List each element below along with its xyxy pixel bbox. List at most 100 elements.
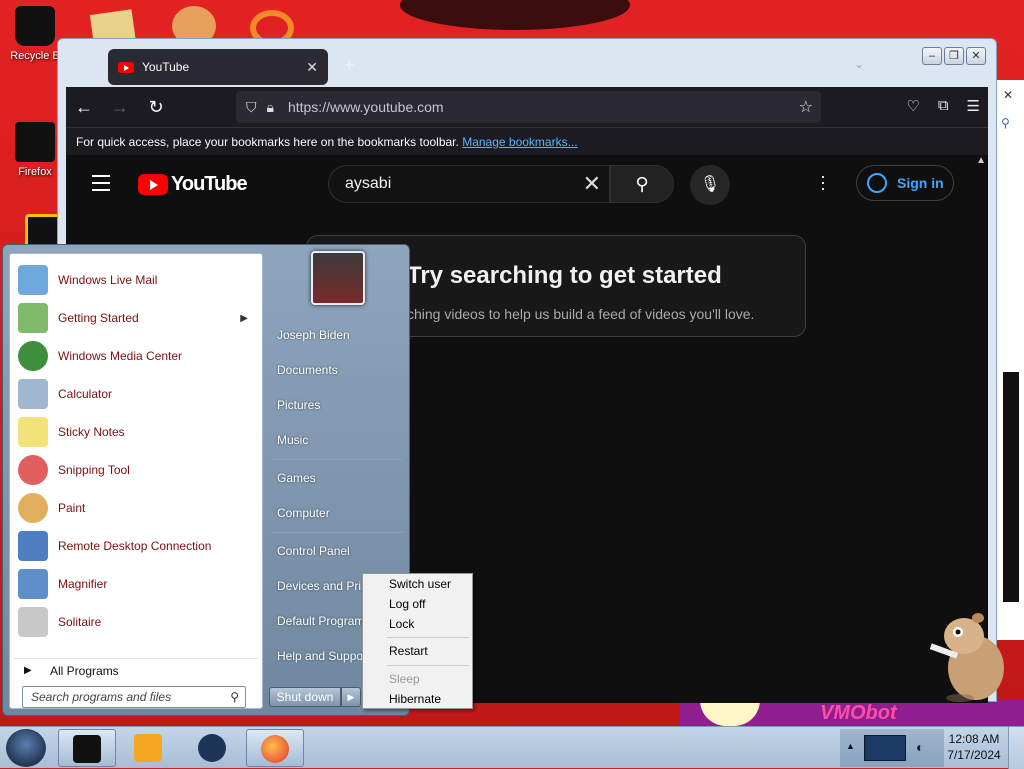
nav-toolbar: ← → ↻ ⛉ 🔒︎ https://www.youtube.com ☆ ♡ ⧉…: [66, 87, 988, 127]
reload-icon[interactable]: ↻: [138, 97, 174, 118]
program-remote-desktop[interactable]: Remote Desktop Connection: [14, 528, 258, 564]
start-right-user[interactable]: Joseph Biden: [273, 320, 403, 350]
taskbar-app-3[interactable]: [184, 729, 242, 767]
close-button[interactable]: ✕: [966, 47, 986, 65]
extensions-icon[interactable]: ⧉: [938, 97, 949, 115]
search-input[interactable]: aysabi ✕: [328, 165, 610, 203]
desktop-icon-label: Recycle B: [10, 50, 60, 62]
search-button[interactable]: ⚲: [610, 165, 674, 203]
manage-bookmarks-link[interactable]: Manage bookmarks...: [462, 135, 577, 149]
lock-icon[interactable]: 🔒︎: [267, 99, 274, 116]
search-icon[interactable]: ⚲: [230, 687, 239, 707]
bookmarks-toolbar: For quick access, place your bookmarks h…: [66, 127, 988, 155]
firefox-icon: [15, 122, 55, 162]
voice-search-icon[interactable]: 🎙︎: [690, 165, 730, 205]
clock[interactable]: 12:08 AM 7/17/2024: [944, 731, 1004, 763]
dark-panel: [1003, 372, 1019, 602]
menu-item-log-off[interactable]: Log off: [365, 594, 470, 614]
menu-item-lock[interactable]: Lock: [365, 614, 470, 634]
program-label: Windows Live Mail: [58, 273, 158, 287]
menu-icon[interactable]: ☰: [967, 97, 980, 115]
calculator-icon: [18, 379, 48, 409]
app-window-icon: [73, 735, 101, 763]
taskbar-firefox[interactable]: [246, 729, 304, 767]
start-right-music[interactable]: Music: [273, 425, 403, 455]
program-magnifier[interactable]: Magnifier: [14, 566, 258, 602]
media-player-icon: [134, 734, 162, 762]
firefox-icon: [261, 735, 289, 763]
scroll-up-icon[interactable]: ▲: [976, 155, 986, 166]
remote-desktop-icon: [18, 531, 48, 561]
sign-in-button[interactable]: Sign in: [856, 165, 954, 201]
desktop-wallpaper-shape: [400, 0, 630, 30]
magnifier-icon: [18, 569, 48, 599]
start-right-games[interactable]: Games: [273, 463, 403, 493]
program-getting-started[interactable]: Getting Started ▶: [14, 300, 258, 336]
program-snipping-tool[interactable]: Snipping Tool: [14, 452, 258, 488]
youtube-logo[interactable]: YouTube: [138, 173, 248, 196]
forward-icon[interactable]: →: [102, 97, 138, 118]
all-programs-button[interactable]: ▶ All Programs: [14, 658, 258, 682]
menu-item-hibernate[interactable]: Hibernate: [365, 689, 470, 709]
program-solitaire[interactable]: Solitaire: [14, 604, 258, 640]
show-hidden-icons-icon[interactable]: ▲: [846, 741, 855, 751]
back-icon[interactable]: ←: [66, 97, 102, 118]
start-search-input[interactable]: Search programs and files ⚲: [22, 686, 246, 708]
program-label: Magnifier: [58, 577, 108, 591]
list-all-tabs-icon[interactable]: ⌄: [854, 57, 864, 71]
url-text[interactable]: https://www.youtube.com: [288, 99, 444, 115]
program-label: Getting Started: [58, 311, 139, 325]
submenu-arrow-icon[interactable]: ▶: [240, 313, 248, 324]
start-orb-button[interactable]: [6, 729, 46, 767]
clock-time: 12:08 AM: [948, 732, 1000, 746]
hamster-desktop-pet[interactable]: [930, 608, 1006, 704]
start-right-pictures[interactable]: Pictures: [273, 390, 403, 420]
url-bar[interactable]: ⛉ 🔒︎ https://www.youtube.com ☆: [236, 91, 821, 123]
menu-separator: [387, 637, 469, 638]
bookmark-star-icon[interactable]: ☆: [799, 97, 813, 117]
shutdown-options-arrow-icon[interactable]: ▶: [341, 687, 361, 707]
program-windows-media-center[interactable]: Windows Media Center: [14, 338, 258, 374]
tray-app-icon[interactable]: [864, 735, 906, 761]
shutdown-button[interactable]: Shut down: [269, 687, 341, 707]
sticky-notes-icon: [18, 417, 48, 447]
program-label: Paint: [58, 501, 86, 515]
tab-close-icon[interactable]: ✕: [306, 59, 318, 76]
hint-title: Try searching to get started: [407, 262, 722, 289]
tab-title: YouTube: [142, 60, 190, 74]
pocket-icon[interactable]: ♡: [906, 97, 919, 115]
menu-item-sleep: Sleep: [389, 672, 420, 686]
guide-menu-icon[interactable]: [92, 175, 110, 196]
program-windows-live-mail[interactable]: Windows Live Mail: [14, 262, 258, 298]
user-picture[interactable]: [311, 251, 365, 305]
program-calculator[interactable]: Calculator: [14, 376, 258, 412]
paint-palette-icon: [18, 493, 48, 523]
search-input-value[interactable]: aysabi: [345, 175, 391, 192]
toolbar-right: ♡ ⧉ ☰: [906, 97, 980, 115]
program-sticky-notes[interactable]: Sticky Notes: [14, 414, 258, 450]
clear-search-icon[interactable]: ✕: [583, 166, 601, 202]
divider: [273, 532, 403, 533]
menu-item-switch-user[interactable]: Switch user: [365, 574, 470, 594]
globe-icon: [198, 734, 226, 762]
start-right-control-panel[interactable]: Control Panel: [273, 536, 403, 566]
all-programs-label: All Programs: [50, 664, 119, 678]
minimize-button[interactable]: –: [922, 47, 942, 65]
program-paint[interactable]: Paint: [14, 490, 258, 526]
start-menu: Windows Live Mail Getting Started ▶ Wind…: [2, 244, 410, 716]
getting-started-icon: [18, 303, 48, 333]
search-icon[interactable]: ⚲: [1001, 116, 1010, 130]
new-tab-button[interactable]: +: [344, 55, 355, 76]
start-right-documents[interactable]: Documents: [273, 355, 403, 385]
shield-icon[interactable]: ⛉: [246, 99, 257, 116]
taskbar-media-player[interactable]: [122, 729, 168, 767]
start-right-computer[interactable]: Computer: [273, 498, 403, 528]
maximize-button[interactable]: ❐: [944, 47, 964, 65]
network-icon[interactable]: ◐: [916, 739, 924, 755]
show-desktop-button[interactable]: [1008, 727, 1024, 769]
tab-youtube[interactable]: YouTube ✕: [108, 49, 328, 85]
settings-more-icon[interactable]: · · ·: [820, 167, 826, 197]
taskbar-app-1[interactable]: [58, 729, 116, 767]
menu-item-restart[interactable]: Restart: [365, 641, 470, 661]
close-icon[interactable]: ✕: [1003, 88, 1013, 102]
